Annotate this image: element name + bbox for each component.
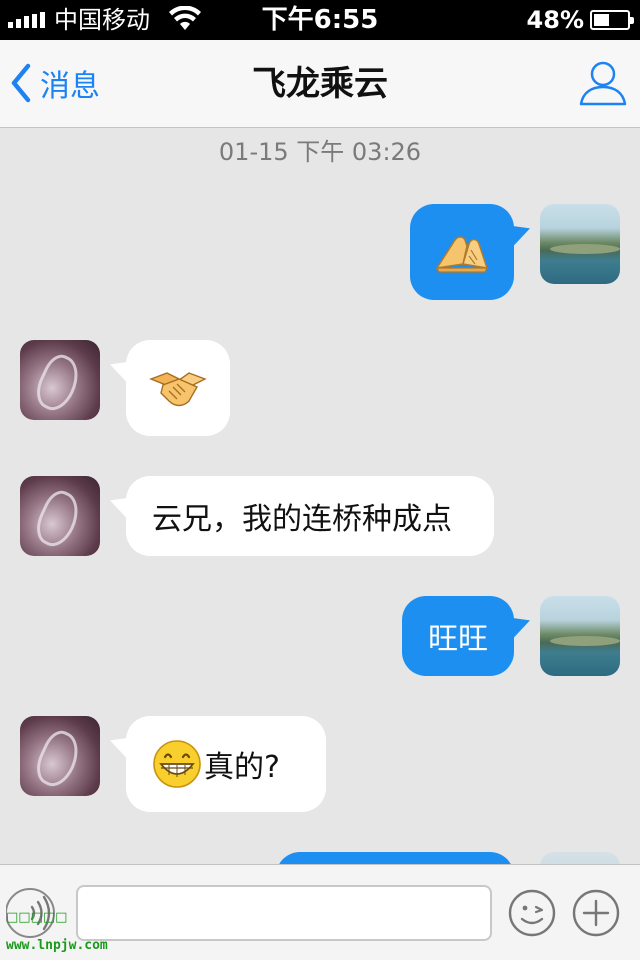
watermark-url: www.lnpjw.com: [6, 938, 108, 953]
smiley-icon[interactable]: [508, 889, 556, 937]
nav-bar: 消息 飞龙乘云: [0, 40, 640, 128]
contact-avatar[interactable]: [20, 476, 100, 556]
message-bubble-outgoing[interactable]: 旺旺: [402, 596, 514, 676]
my-avatar[interactable]: [540, 204, 620, 284]
contact-avatar[interactable]: [20, 340, 100, 420]
message-bubble-incoming[interactable]: 云兄，我的连桥种成点: [126, 476, 494, 556]
status-bar: 中国移动 下午6:55 48%: [0, 0, 640, 40]
my-avatar[interactable]: [540, 596, 620, 676]
fist-palm-salute-icon: [435, 236, 489, 273]
message-text: 真的?: [204, 750, 280, 785]
message-text: 云兄，我的连桥种成点: [152, 502, 452, 537]
message-bubble-outgoing[interactable]: [410, 204, 514, 300]
watermark-text: □□□□□: [6, 910, 68, 925]
battery-icon: [590, 10, 634, 30]
message-text: 旺旺: [428, 622, 488, 657]
person-icon[interactable]: [578, 58, 628, 108]
message-bubble-incoming[interactable]: [126, 340, 230, 436]
grin-face-icon: [153, 740, 201, 788]
handshake-icon: [149, 372, 207, 407]
message-timestamp: 01-15 下午 03:26: [218, 138, 422, 166]
plus-icon[interactable]: [572, 889, 620, 937]
contact-avatar[interactable]: [20, 716, 100, 796]
battery-percent: 48%: [526, 6, 584, 34]
message-bubble-incoming[interactable]: 真的?: [126, 716, 326, 812]
chat-title: 飞龙乘云: [252, 64, 388, 104]
message-input[interactable]: [76, 885, 492, 941]
